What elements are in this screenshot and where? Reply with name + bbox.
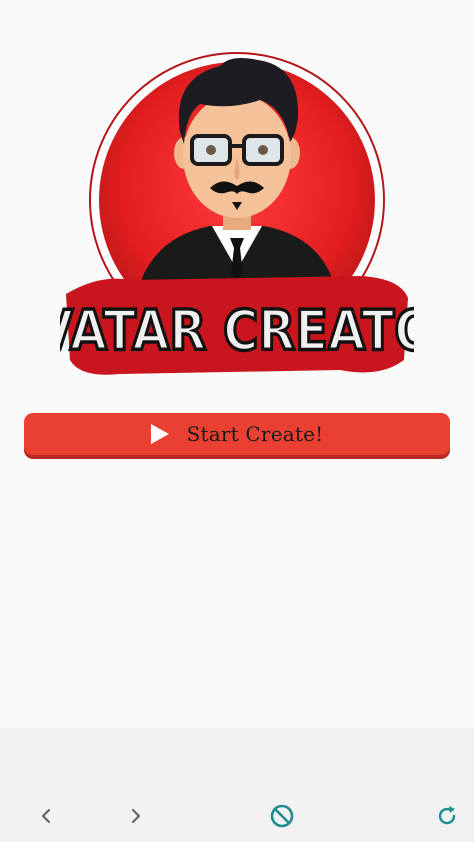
start-create-button[interactable]: Start Create!: [24, 413, 450, 455]
chevron-right-icon: [131, 808, 141, 824]
play-icon: [150, 424, 169, 444]
avatar-creator-logo: AVATAR CREATOR: [0, 48, 474, 384]
forward-button[interactable]: [120, 800, 152, 832]
logo-title: AVATAR CREATOR: [60, 299, 414, 363]
refresh-button[interactable]: [431, 800, 463, 832]
stop-button[interactable]: [266, 800, 298, 832]
chevron-left-icon: [41, 808, 51, 824]
back-button[interactable]: [30, 800, 62, 832]
app-screen: AVATAR CREATOR Start Create!: [0, 0, 474, 842]
block-icon: [270, 804, 294, 828]
refresh-icon: [438, 806, 456, 825]
bottom-navigation-bar: [0, 728, 474, 842]
start-create-label: Start Create!: [186, 422, 324, 446]
logo-image: AVATAR CREATOR: [0, 52, 474, 375]
